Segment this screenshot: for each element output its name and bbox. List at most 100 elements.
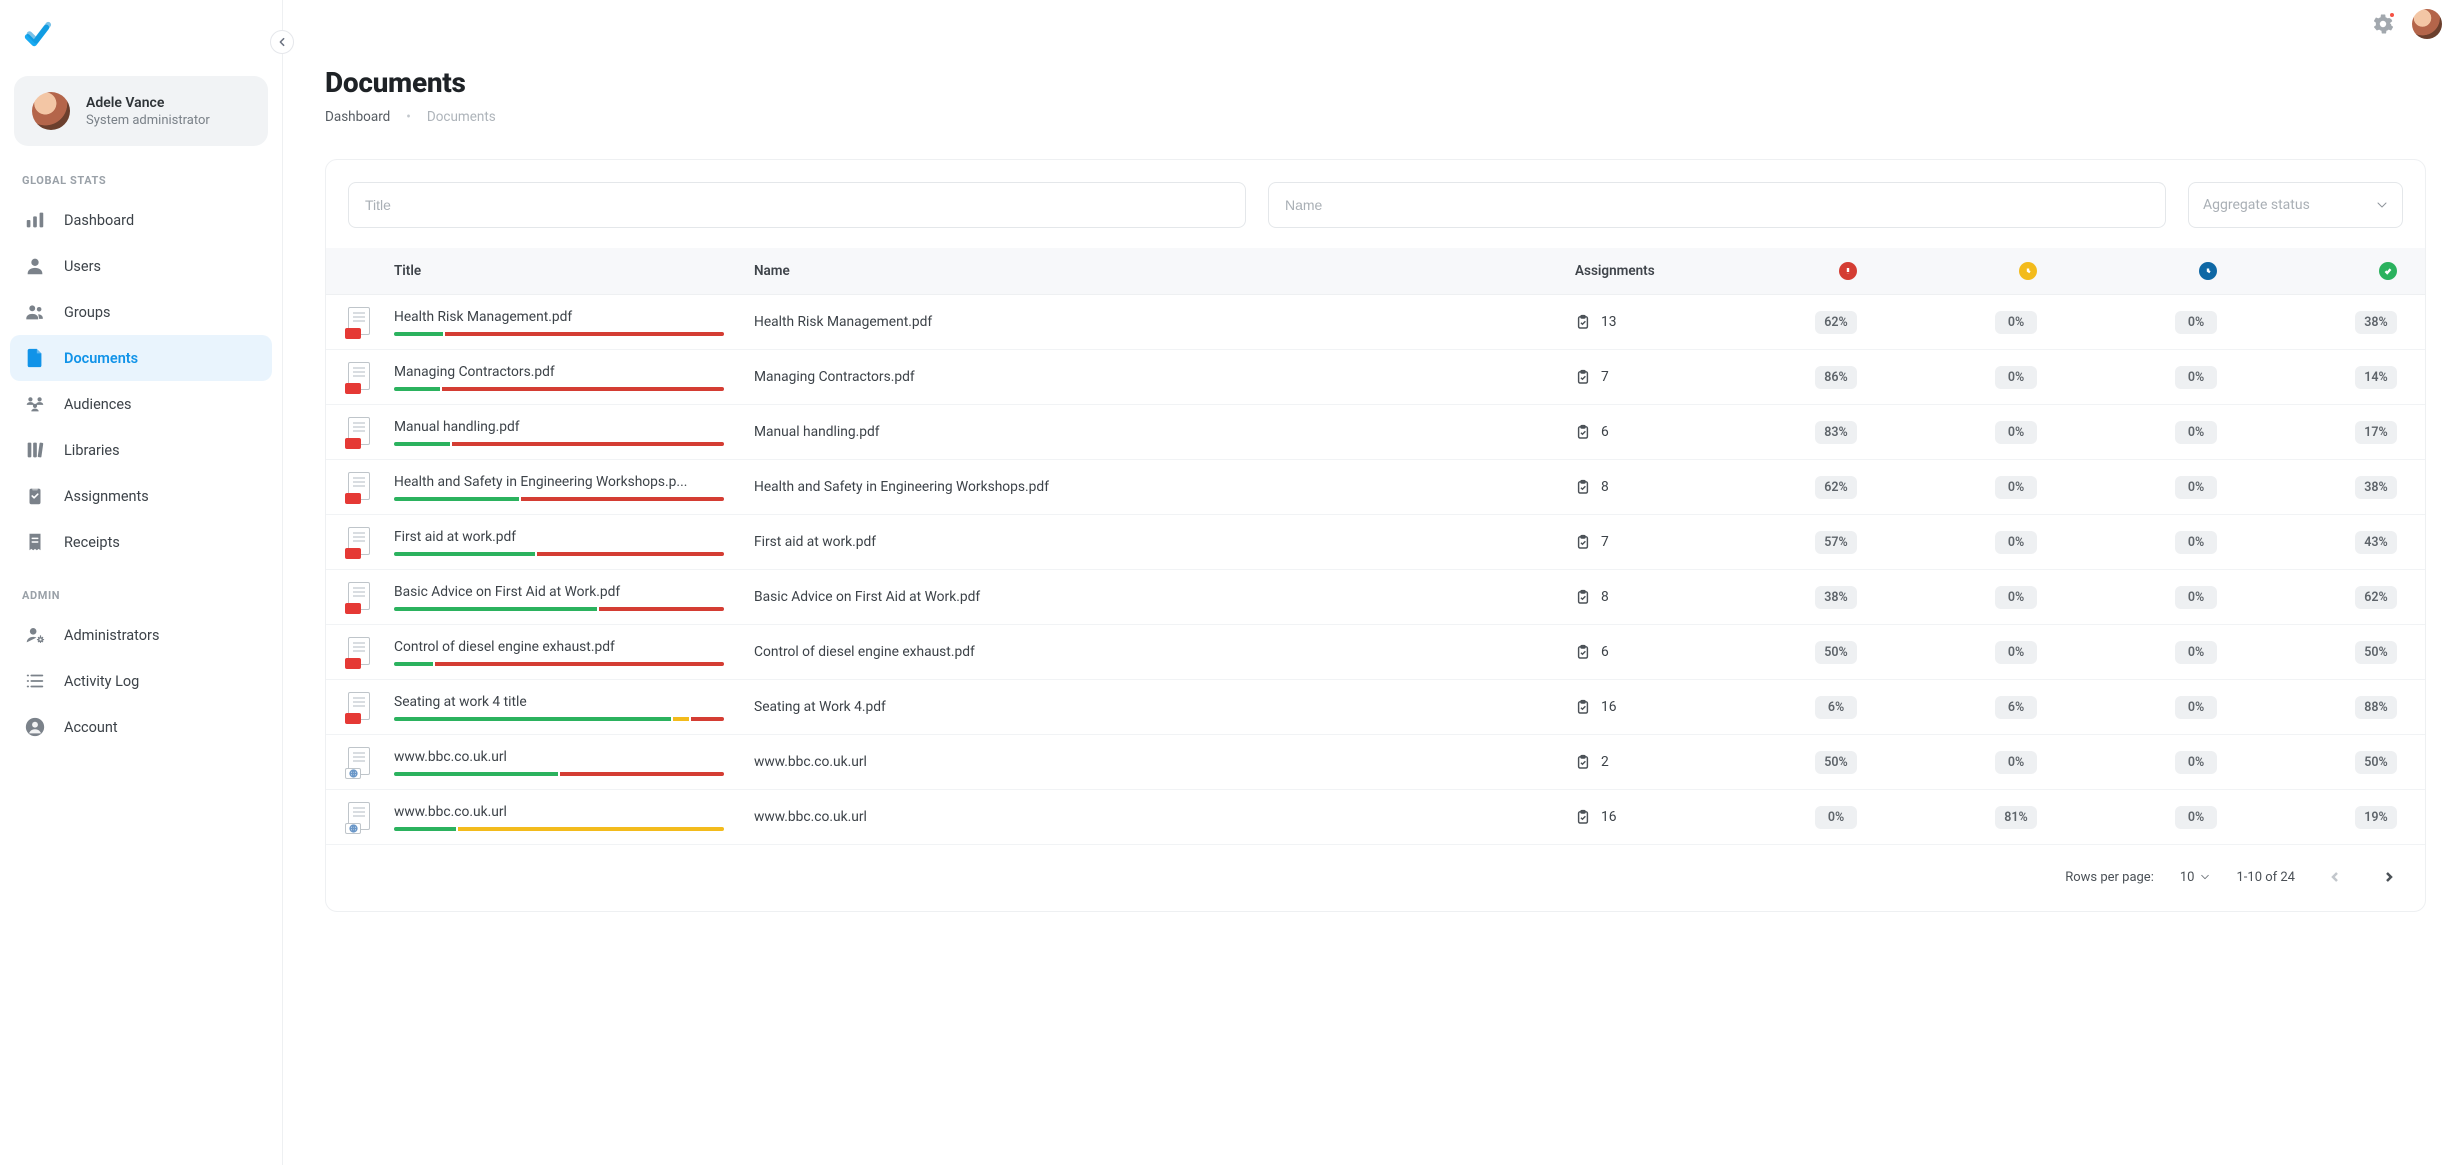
settings-button[interactable] xyxy=(2372,13,2394,35)
users-icon xyxy=(24,301,46,323)
status-pending-icon xyxy=(2019,262,2037,280)
pagination-next-button[interactable] xyxy=(2375,863,2403,891)
stat-red: 86% xyxy=(1815,366,1857,389)
sidebar-item-documents[interactable]: Documents xyxy=(10,335,272,381)
breadcrumb-root[interactable]: Dashboard xyxy=(325,109,390,125)
progress-bar xyxy=(394,662,724,666)
progress-bar xyxy=(394,772,724,776)
title-filter-input[interactable] xyxy=(348,182,1246,228)
breadcrumb: Dashboard • Documents xyxy=(325,109,2426,125)
clipboard-check-icon xyxy=(1575,699,1591,715)
sidebar-item-dashboard[interactable]: Dashboard xyxy=(10,197,272,243)
doc-title: Managing Contractors.pdf xyxy=(394,364,724,380)
progress-bar xyxy=(394,497,724,501)
table-row[interactable]: First aid at work.pdf First aid at work.p… xyxy=(326,515,2425,570)
status-inprogress-icon xyxy=(2199,262,2217,280)
pagination-range: 1-10 of 24 xyxy=(2236,870,2295,885)
table-row[interactable]: Seating at work 4 titleSeating at Work 4… xyxy=(326,680,2425,735)
user-card[interactable]: Adele Vance System administrator xyxy=(14,76,268,146)
bar-chart-icon xyxy=(24,209,46,231)
admin-icon xyxy=(24,624,46,646)
table-row[interactable]: www.bbc.co.uk.urlwww.bbc.co.uk.url250%0%… xyxy=(326,735,2425,790)
clipboard-check-icon xyxy=(1575,424,1591,440)
sidebar-item-assignments[interactable]: Assignments xyxy=(10,473,272,519)
table-row[interactable]: www.bbc.co.uk.urlwww.bbc.co.uk.url160%81… xyxy=(326,790,2425,845)
sidebar-item-label: Receipts xyxy=(64,534,120,551)
doc-name: Managing Contractors.pdf xyxy=(744,350,1565,405)
th-assignments[interactable]: Assignments xyxy=(1565,248,1705,295)
th-name[interactable]: Name xyxy=(744,248,1565,295)
doc-title: First aid at work.pdf xyxy=(394,529,724,545)
sidebar-item-label: Account xyxy=(64,719,118,736)
nav-heading-global: GLOBAL STATS xyxy=(0,168,282,193)
pdf-file-icon xyxy=(348,307,372,337)
doc-title: www.bbc.co.uk.url xyxy=(394,749,724,765)
chevron-down-icon xyxy=(2376,199,2388,211)
sidebar-item-administrators[interactable]: Administrators xyxy=(10,612,272,658)
sidebar-item-activity-log[interactable]: Activity Log xyxy=(10,658,272,704)
stat-red: 62% xyxy=(1815,311,1857,334)
stat-yellow: 0% xyxy=(1995,531,2037,554)
account-icon xyxy=(24,716,46,738)
sidebar-item-account[interactable]: Account xyxy=(10,704,272,750)
stat-yellow: 0% xyxy=(1995,476,2037,499)
sidebar-collapse-button[interactable] xyxy=(270,30,294,54)
doc-name: First aid at work.pdf xyxy=(744,515,1565,570)
rows-per-page-select[interactable]: 10 xyxy=(2180,870,2211,885)
nav-heading-admin: ADMIN xyxy=(0,583,282,608)
page-title: Documents xyxy=(325,66,2426,99)
avatar xyxy=(32,92,70,130)
doc-title: Manual handling.pdf xyxy=(394,419,724,435)
assignments-cell: 7 xyxy=(1575,369,1695,385)
clipboard-check-icon xyxy=(1575,314,1591,330)
assignments-cell: 8 xyxy=(1575,589,1695,605)
notification-dot xyxy=(2388,11,2396,19)
doc-title: www.bbc.co.uk.url xyxy=(394,804,724,820)
table-row[interactable]: Basic Advice on First Aid at Work.pdfBas… xyxy=(326,570,2425,625)
sidebar-item-label: Activity Log xyxy=(64,673,139,690)
url-file-icon xyxy=(348,747,372,777)
assignments-cell: 13 xyxy=(1575,314,1695,330)
sidebar-item-label: Assignments xyxy=(64,488,149,505)
table-row[interactable]: Health and Safety in Engineering Worksho… xyxy=(326,460,2425,515)
table-row[interactable]: Manual handling.pdfManual handling.pdf68… xyxy=(326,405,2425,460)
th-status-inprogress xyxy=(2065,248,2245,295)
progress-bar xyxy=(394,387,724,391)
table-row[interactable]: Health Risk Management.pdf Health Risk Ma… xyxy=(326,295,2425,350)
name-filter-input[interactable] xyxy=(1268,182,2166,228)
stat-red: 38% xyxy=(1815,586,1857,609)
sidebar-item-groups[interactable]: Groups xyxy=(10,289,272,335)
doc-name: Health and Safety in Engineering Worksho… xyxy=(744,460,1565,515)
table-row[interactable]: Managing Contractors.pdf Managing Contrac… xyxy=(326,350,2425,405)
stat-blue: 0% xyxy=(2175,751,2217,774)
doc-title: Health Risk Management.pdf xyxy=(394,309,724,325)
stat-green: 88% xyxy=(2355,696,2397,719)
user-name: Adele Vance xyxy=(86,95,210,111)
sidebar-item-users[interactable]: Users xyxy=(10,243,272,289)
profile-avatar-button[interactable] xyxy=(2412,9,2442,39)
assignments-cell: 16 xyxy=(1575,699,1695,715)
stat-blue: 0% xyxy=(2175,696,2217,719)
stat-red: 57% xyxy=(1815,531,1857,554)
doc-title: Seating at work 4 title xyxy=(394,694,724,710)
doc-name: www.bbc.co.uk.url xyxy=(744,735,1565,790)
stat-blue: 0% xyxy=(2175,311,2217,334)
aggregate-status-placeholder: Aggregate status xyxy=(2203,197,2310,213)
table-row[interactable]: Control of diesel engine exhaust.pdfCont… xyxy=(326,625,2425,680)
stat-yellow: 6% xyxy=(1995,696,2037,719)
sidebar-item-receipts[interactable]: Receipts xyxy=(10,519,272,565)
assignments-cell: 8 xyxy=(1575,479,1695,495)
th-status-overdue xyxy=(1705,248,1885,295)
pagination-prev-button[interactable] xyxy=(2321,863,2349,891)
th-title[interactable]: Title xyxy=(384,248,744,295)
stat-yellow: 0% xyxy=(1995,586,2037,609)
sidebar-item-libraries[interactable]: Libraries xyxy=(10,427,272,473)
sidebar-item-audiences[interactable]: Audiences xyxy=(10,381,272,427)
aggregate-status-select[interactable]: Aggregate status xyxy=(2188,182,2403,228)
doc-name: Health Risk Management.pdf xyxy=(744,295,1565,350)
chevron-down-icon xyxy=(2200,872,2210,882)
stat-blue: 0% xyxy=(2175,421,2217,444)
th-status-complete xyxy=(2245,248,2425,295)
stat-blue: 0% xyxy=(2175,806,2217,829)
stat-green: 50% xyxy=(2355,751,2397,774)
